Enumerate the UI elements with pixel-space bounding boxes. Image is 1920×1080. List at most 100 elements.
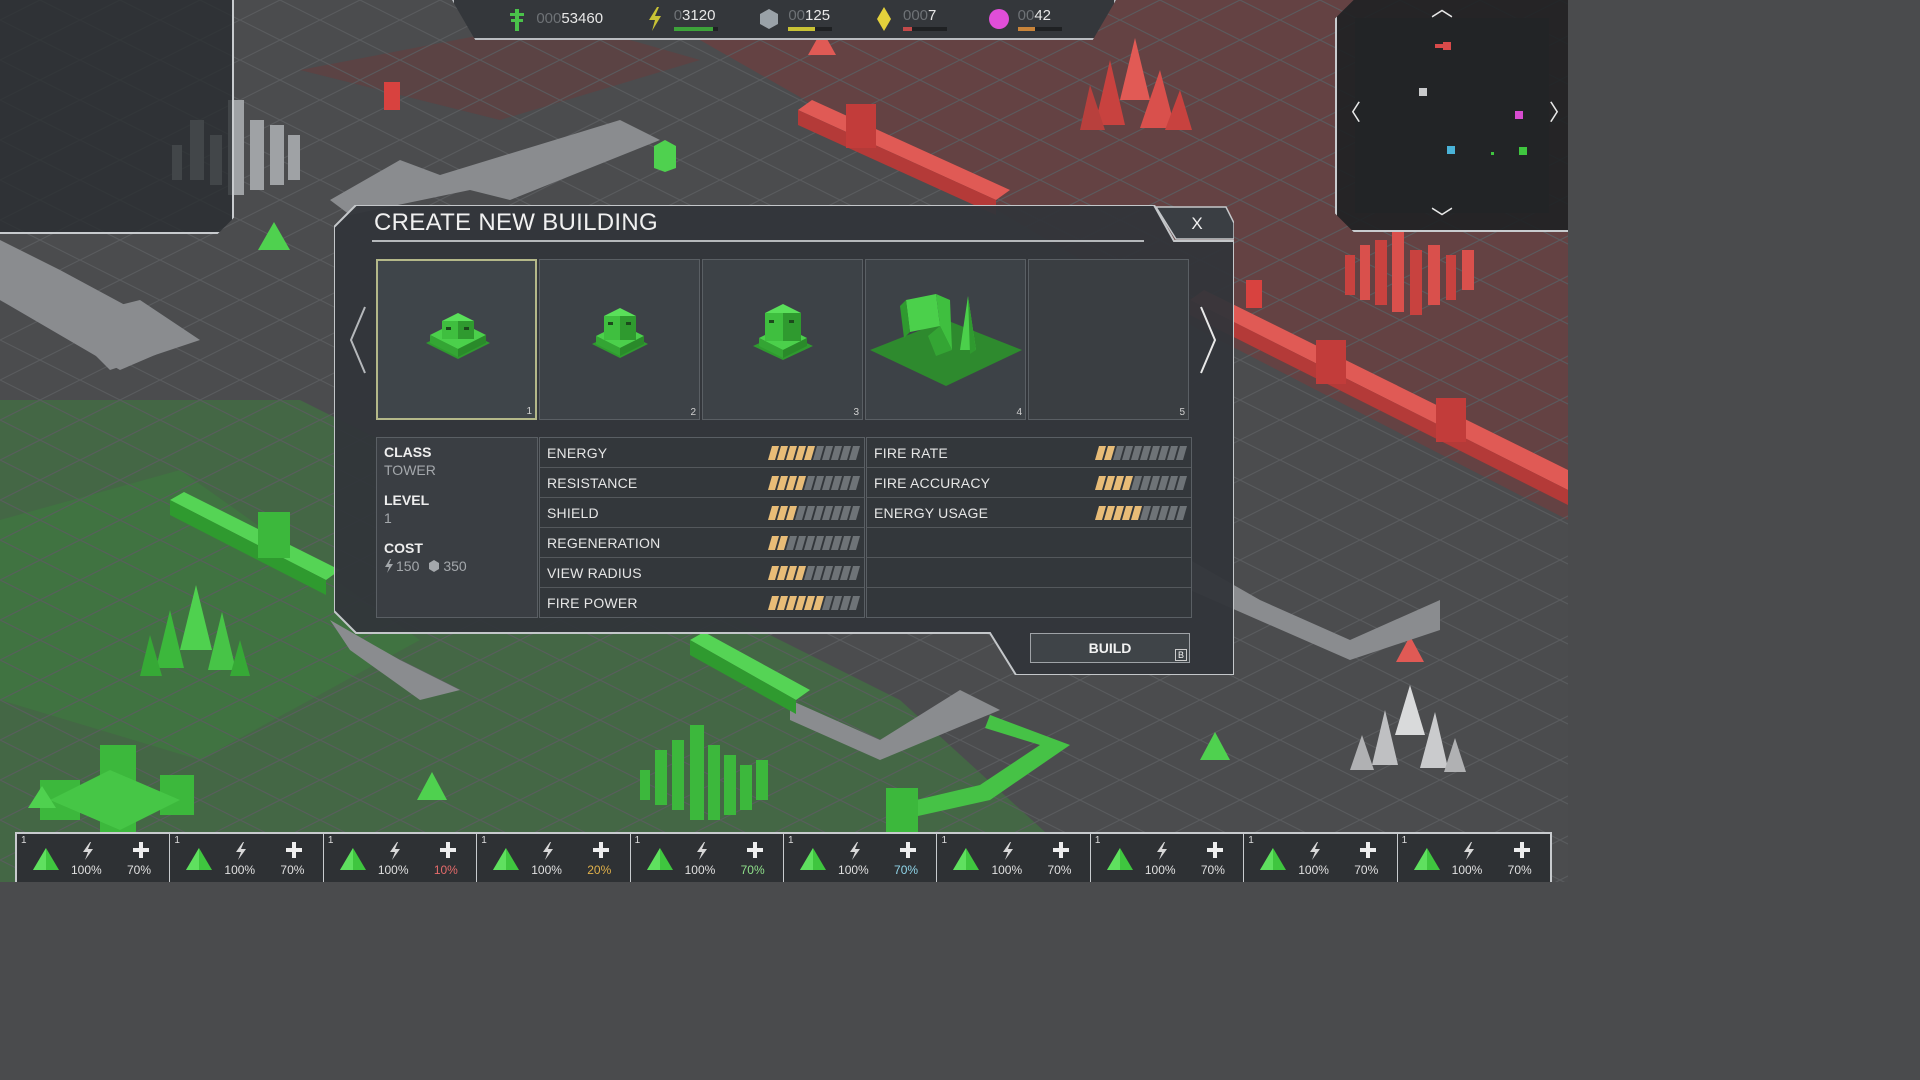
orb-icon: [988, 8, 1010, 30]
stat-meter-segment: [848, 505, 861, 520]
minimap-up-arrow[interactable]: ︿: [1431, 0, 1453, 20]
building-card-1[interactable]: 1: [376, 259, 537, 420]
selection-panel: [0, 0, 234, 234]
level-label: LEVEL: [384, 492, 430, 508]
energy-icon: [1310, 842, 1321, 860]
unit-health: 70%: [1507, 863, 1532, 877]
resource-padding: 00: [788, 6, 806, 24]
unit-slot[interactable]: 1 100% 70%: [631, 834, 785, 882]
stat-row-empty: [867, 588, 1191, 618]
stat-row-shield: SHIELD: [540, 498, 864, 528]
unit-slot[interactable]: 1 100% 70%: [1398, 834, 1550, 882]
stat-meter-segment: [1175, 445, 1188, 460]
health-icon: [900, 842, 917, 858]
unit-slot[interactable]: 1 100% 70%: [937, 834, 1091, 882]
minimap-right-arrow[interactable]: 〉: [1549, 102, 1568, 124]
resource-metal: 00125: [758, 6, 833, 31]
cost-label: COST: [384, 540, 423, 556]
energy-icon: [83, 842, 93, 860]
resource-meter: [902, 26, 947, 31]
level-value: 1: [384, 510, 392, 526]
minimap-left-arrow[interactable]: 〈: [1339, 102, 1361, 124]
carousel-right-arrow[interactable]: [1198, 305, 1218, 375]
build-label: BUILD: [1088, 640, 1132, 656]
unit-index: 1: [327, 835, 334, 846]
stat-meter-segment: [848, 565, 861, 580]
stat-row-fire-rate: FIRE RATE: [867, 438, 1191, 468]
unit-icon: [953, 848, 980, 870]
unit-health: 70%: [280, 863, 305, 877]
minimap-player-marker: [1519, 147, 1527, 155]
unit-energy: 100%: [377, 863, 409, 877]
carousel-left-arrow[interactable]: [348, 305, 368, 375]
complex-building-icon: [870, 294, 1022, 386]
stat-name: ENERGY USAGE: [874, 504, 989, 521]
health-icon: [1513, 842, 1530, 858]
energy-icon: [236, 842, 247, 860]
unit-icon: [339, 848, 366, 870]
slot-number: 3: [853, 407, 859, 418]
unit-slot[interactable]: 1 100% 20%: [477, 834, 631, 882]
unit-index: 1: [21, 835, 27, 846]
stat-name: FIRE RATE: [874, 444, 948, 461]
resource-meter-fill: [1017, 26, 1036, 31]
class-label: CLASS: [384, 444, 432, 460]
stat-meter-segment: [848, 596, 861, 610]
unit-icon: [186, 848, 213, 870]
stat-name: FIRE ACCURACY: [874, 474, 991, 491]
unit-slot[interactable]: 1 100% 70%: [1091, 834, 1245, 882]
resource-amount: 53460: [561, 10, 604, 27]
stat-row-fire-accuracy: FIRE ACCURACY: [867, 468, 1191, 498]
stat-meter-segment: [1175, 475, 1188, 490]
cost-energy: 150: [396, 558, 420, 574]
metal-icon: [758, 8, 780, 30]
energy-icon: [1156, 842, 1167, 860]
unit-index: 1: [1094, 835, 1101, 846]
unit-energy: 100%: [991, 863, 1023, 877]
resource-crystal: 0007: [873, 7, 947, 31]
resource-meter: [1017, 26, 1062, 31]
stats-right: FIRE RATE FIRE ACCURACY ENERGY USAGE: [866, 437, 1192, 618]
unit-slot[interactable]: 1 100% 70%: [784, 834, 938, 882]
dialog-title: CREATE NEW BUILDING: [374, 209, 658, 236]
resource-amount: 42: [1034, 6, 1051, 24]
unit-slot[interactable]: 1 100% 70%: [1244, 834, 1398, 882]
resource-value: 00125: [788, 6, 832, 24]
stat-row-energy-usage: ENERGY USAGE: [867, 498, 1191, 528]
class-value: TOWER: [384, 462, 436, 478]
build-button[interactable]: BUILD B: [1030, 633, 1190, 663]
minimap[interactable]: ︿ ﹀ 〈 〉: [1335, 0, 1568, 232]
minimap-neutral-marker: [1419, 88, 1427, 96]
health-icon: [133, 842, 149, 858]
unit-slot[interactable]: 1 100% 10%: [324, 834, 478, 882]
resource-value: 0042: [1017, 6, 1062, 24]
stat-meter: [1094, 445, 1188, 460]
unit-health: 10%: [433, 863, 458, 877]
slot-number: 2: [690, 407, 696, 418]
resource-meter-fill: [788, 26, 815, 31]
energy-icon: [1463, 842, 1474, 860]
close-button[interactable]: X: [1164, 208, 1230, 240]
minimap-view[interactable]: [1355, 18, 1549, 213]
unit-slot[interactable]: 1 100% 70%: [170, 834, 324, 882]
stat-meter: [767, 475, 861, 490]
resource-padding: 00: [1017, 6, 1035, 24]
building-card-3[interactable]: 3: [702, 259, 863, 420]
unit-slot[interactable]: 1 100% 70%: [17, 834, 171, 882]
building-card-5[interactable]: 5: [1028, 259, 1189, 420]
stat-meter: [767, 596, 861, 610]
resource-amount: 3120: [682, 6, 716, 24]
minimap-magenta-marker: [1515, 111, 1523, 119]
energy-icon: [543, 842, 554, 860]
slot-number: 4: [1016, 407, 1022, 418]
stat-row-resistance: RESISTANCE: [540, 468, 864, 498]
unit-energy: 100%: [224, 863, 256, 877]
unit-icon: [800, 848, 827, 870]
minimap-down-arrow[interactable]: ﹀: [1431, 208, 1453, 230]
building-card-2[interactable]: 2: [539, 259, 700, 420]
building-card-4[interactable]: 4: [865, 259, 1026, 420]
energy-icon: [644, 7, 666, 31]
stat-meter: [767, 445, 861, 460]
stat-row-regeneration: REGENERATION: [540, 528, 864, 558]
resource-value: 00053460: [536, 11, 603, 27]
